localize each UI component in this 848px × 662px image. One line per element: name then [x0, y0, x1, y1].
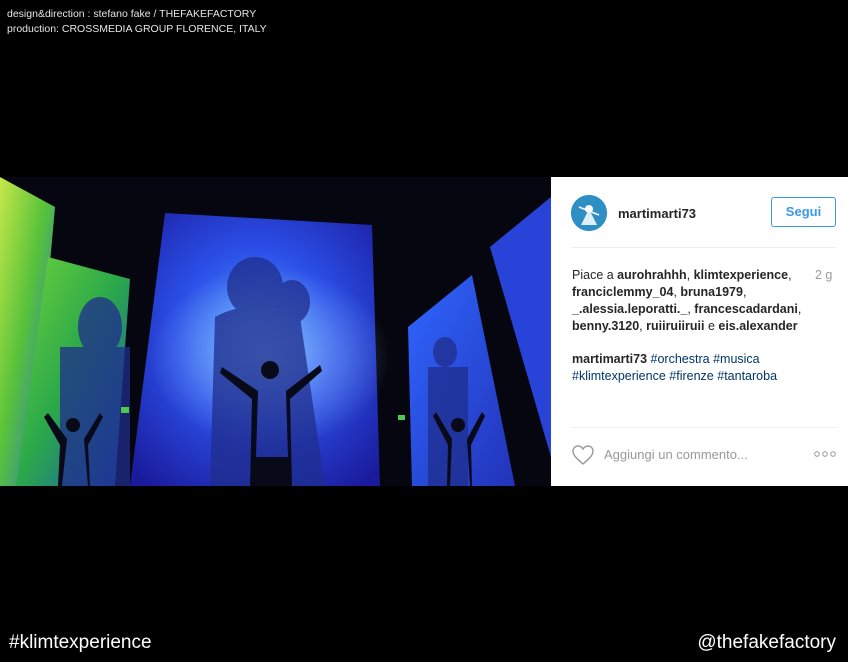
heart-icon[interactable]: [571, 444, 595, 466]
post-photo: [0, 177, 551, 486]
footer-hashtag: #klimtexperience: [9, 632, 152, 653]
hashtag-link[interactable]: #orchestra: [651, 352, 710, 366]
hashtag-link[interactable]: #musica: [713, 352, 760, 366]
hashtag-link[interactable]: #tantaroba: [717, 369, 777, 383]
liker-link[interactable]: bruna1979: [680, 285, 743, 299]
likes-summary: Piace a aurohrahhh, klimtexperience, fra…: [572, 268, 802, 333]
comment-divider: [571, 427, 836, 428]
liker-link[interactable]: aurohrahhh: [617, 268, 686, 282]
caption-username[interactable]: martimarti73: [572, 352, 647, 366]
avatar[interactable]: [571, 195, 607, 231]
header-divider: [571, 247, 836, 248]
footer-handle: @thefakefactory: [697, 632, 836, 653]
liker-link[interactable]: eis.alexander: [718, 319, 797, 333]
post-username[interactable]: martimarti73: [618, 206, 696, 221]
likes-joiner: e: [704, 319, 719, 333]
comment-row: [551, 442, 848, 470]
likes-prefix: Piace a: [572, 268, 618, 282]
more-options-icon[interactable]: [813, 449, 837, 459]
liker-link[interactable]: klimtexperience: [694, 268, 789, 282]
post-time[interactable]: 2 g: [815, 267, 832, 284]
hashtag-link[interactable]: #klimtexperience: [572, 369, 666, 383]
liker-link[interactable]: franciclemmy_04: [572, 285, 673, 299]
post-header: martimarti73 Segui: [551, 177, 848, 247]
follow-button[interactable]: Segui: [771, 197, 836, 227]
post-caption: martimarti73 #orchestra #musica #klimtex…: [572, 351, 827, 385]
liker-link[interactable]: francescadardani: [694, 302, 798, 316]
liker-link[interactable]: _.alessia.leporatti._: [572, 302, 687, 316]
comment-input[interactable]: [604, 447, 804, 462]
liker-link[interactable]: benny.3120: [572, 319, 639, 333]
hashtag-link[interactable]: #firenze: [669, 369, 713, 383]
liker-link[interactable]: ruiiruiiruii: [646, 319, 704, 333]
credits: design&direction : stefano fake / THEFAK…: [7, 7, 267, 37]
credit-design: design&direction : stefano fake / THEFAK…: [7, 8, 257, 20]
credit-production: production: CROSSMEDIA GROUP FLORENCE, I…: [7, 23, 267, 35]
post-panel: martimarti73 Segui Piace a aurohrahhh, k…: [551, 177, 848, 486]
